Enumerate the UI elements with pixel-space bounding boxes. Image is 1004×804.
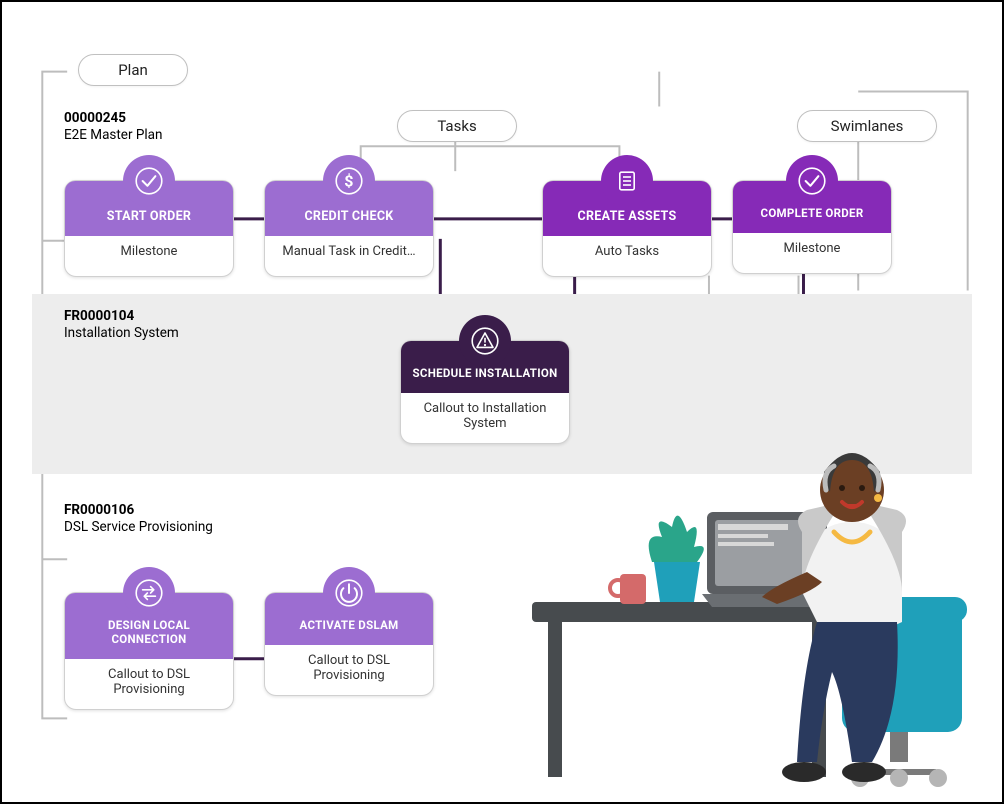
plan-label: Plan: [78, 54, 188, 86]
check-icon: [786, 155, 838, 207]
task-start-order[interactable]: START ORDER Milestone: [64, 180, 234, 277]
check-icon: [123, 155, 175, 207]
task-type: Milestone: [784, 241, 841, 256]
task-type: Auto Tasks: [595, 244, 659, 259]
task-create-assets[interactable]: CREATE ASSETS Auto Tasks: [542, 180, 712, 277]
swimlanes-label: Swimlanes: [797, 110, 937, 142]
warning-icon: [459, 315, 511, 367]
section-dsl-name: DSL Service Provisioning: [64, 519, 213, 536]
task-activate-dslam[interactable]: ACTIVATE DSLAM Callout to DSL Provisioni…: [264, 592, 434, 696]
task-type: Manual Task in Credit…: [282, 244, 415, 259]
list-icon: [601, 155, 653, 207]
task-type: Callout to DSL Provisioning: [108, 667, 190, 697]
power-icon: [323, 567, 375, 619]
tasks-label: Tasks: [397, 110, 517, 142]
task-type: Milestone: [121, 244, 178, 259]
task-title: DESIGN LOCAL CONNECTION: [75, 619, 223, 647]
section-master-name: E2E Master Plan: [64, 127, 162, 144]
arrows-icon: [123, 567, 175, 619]
diagram-canvas: Plan Tasks Swimlanes Dependencies 000002…: [0, 0, 1004, 804]
task-title: CREDIT CHECK: [304, 209, 393, 224]
task-type: Callout to DSL Provisioning: [308, 653, 390, 683]
task-type: Callout to Installation System: [424, 401, 547, 431]
section-install-name: Installation System: [64, 325, 179, 342]
section-master: 00000245 E2E Master Plan: [64, 110, 162, 144]
task-credit-check[interactable]: $ CREDIT CHECK Manual Task in Credit…: [264, 180, 434, 277]
section-install-id: FR0000104: [64, 308, 134, 324]
person-at-desk-illustration: [502, 442, 992, 792]
task-design-local[interactable]: DESIGN LOCAL CONNECTION Callout to DSL P…: [64, 592, 234, 710]
task-complete-order[interactable]: COMPLETE ORDER Milestone: [732, 180, 892, 274]
dollar-icon: $: [323, 155, 375, 207]
section-master-id: 00000245: [64, 110, 126, 126]
section-dsl-id: FR0000106: [64, 502, 134, 518]
task-schedule-installation[interactable]: SCHEDULE INSTALLATION Callout to Install…: [400, 340, 570, 444]
task-title: SCHEDULE INSTALLATION: [411, 367, 559, 381]
section-dsl: FR0000106 DSL Service Provisioning: [64, 502, 213, 536]
section-install: FR0000104 Installation System: [64, 308, 179, 342]
svg-text:$: $: [344, 172, 353, 191]
task-title: CREATE ASSETS: [578, 209, 677, 224]
task-title: COMPLETE ORDER: [743, 207, 881, 221]
task-title: START ORDER: [107, 209, 191, 224]
task-title: ACTIVATE DSLAM: [275, 619, 423, 633]
